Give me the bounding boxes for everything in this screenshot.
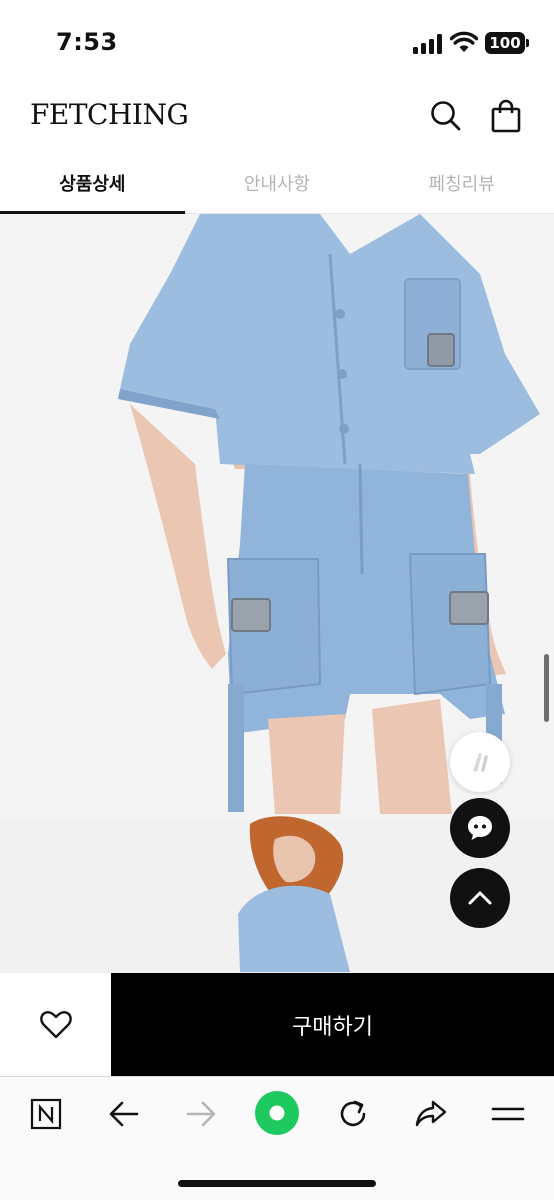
signal-icon — [413, 34, 443, 54]
share-icon — [415, 1100, 447, 1127]
scroll-indicator[interactable] — [544, 654, 549, 722]
naver-home-button[interactable] — [20, 1091, 72, 1137]
menu-button[interactable] — [482, 1091, 534, 1137]
buy-button[interactable]: 구매하기 — [111, 973, 554, 1077]
chevron-up-icon — [468, 891, 492, 905]
purchase-bar: 구매하기 — [0, 972, 554, 1077]
menu-icon — [491, 1107, 525, 1121]
status-time: 7:53 — [56, 28, 118, 56]
status-bar: 7:53 100 — [0, 0, 554, 86]
wishlist-button[interactable] — [0, 973, 111, 1077]
tab-reviews[interactable]: 페칭리뷰 — [369, 162, 554, 213]
app-header: FETCHING — [0, 86, 554, 152]
forward-button[interactable] — [175, 1091, 227, 1137]
share-button[interactable] — [405, 1091, 457, 1137]
reload-button[interactable] — [327, 1091, 379, 1137]
green-dot-button[interactable] — [251, 1087, 303, 1139]
green-dot-icon — [255, 1091, 299, 1135]
product-tabs: 상품상세 안내사항 페칭리뷰 — [0, 162, 554, 214]
product-image[interactable] — [0, 214, 554, 972]
brand-logo[interactable]: FETCHING — [30, 98, 189, 131]
scroll-top-button[interactable] — [450, 868, 510, 928]
back-button[interactable] — [98, 1091, 150, 1137]
heart-icon — [39, 1010, 72, 1039]
chat-icon — [468, 816, 492, 840]
naver-n-icon — [30, 1098, 62, 1130]
tab-product-detail[interactable]: 상품상세 — [0, 162, 185, 214]
back-arrow-icon — [109, 1101, 139, 1127]
tab-notice[interactable]: 안내사항 — [185, 162, 370, 213]
search-icon[interactable] — [428, 98, 464, 134]
forward-arrow-icon — [186, 1101, 216, 1127]
product-thumbnail-button[interactable] — [450, 732, 510, 792]
chat-button[interactable] — [450, 798, 510, 858]
wifi-icon — [450, 31, 478, 52]
product-thumbnail-icon — [473, 753, 488, 772]
battery-indicator: 100 — [485, 32, 525, 54]
reload-icon — [340, 1100, 366, 1127]
home-indicator — [178, 1180, 376, 1187]
battery-tip — [526, 39, 529, 47]
shopping-bag-icon[interactable] — [488, 98, 524, 134]
product-photo — [0, 214, 554, 972]
